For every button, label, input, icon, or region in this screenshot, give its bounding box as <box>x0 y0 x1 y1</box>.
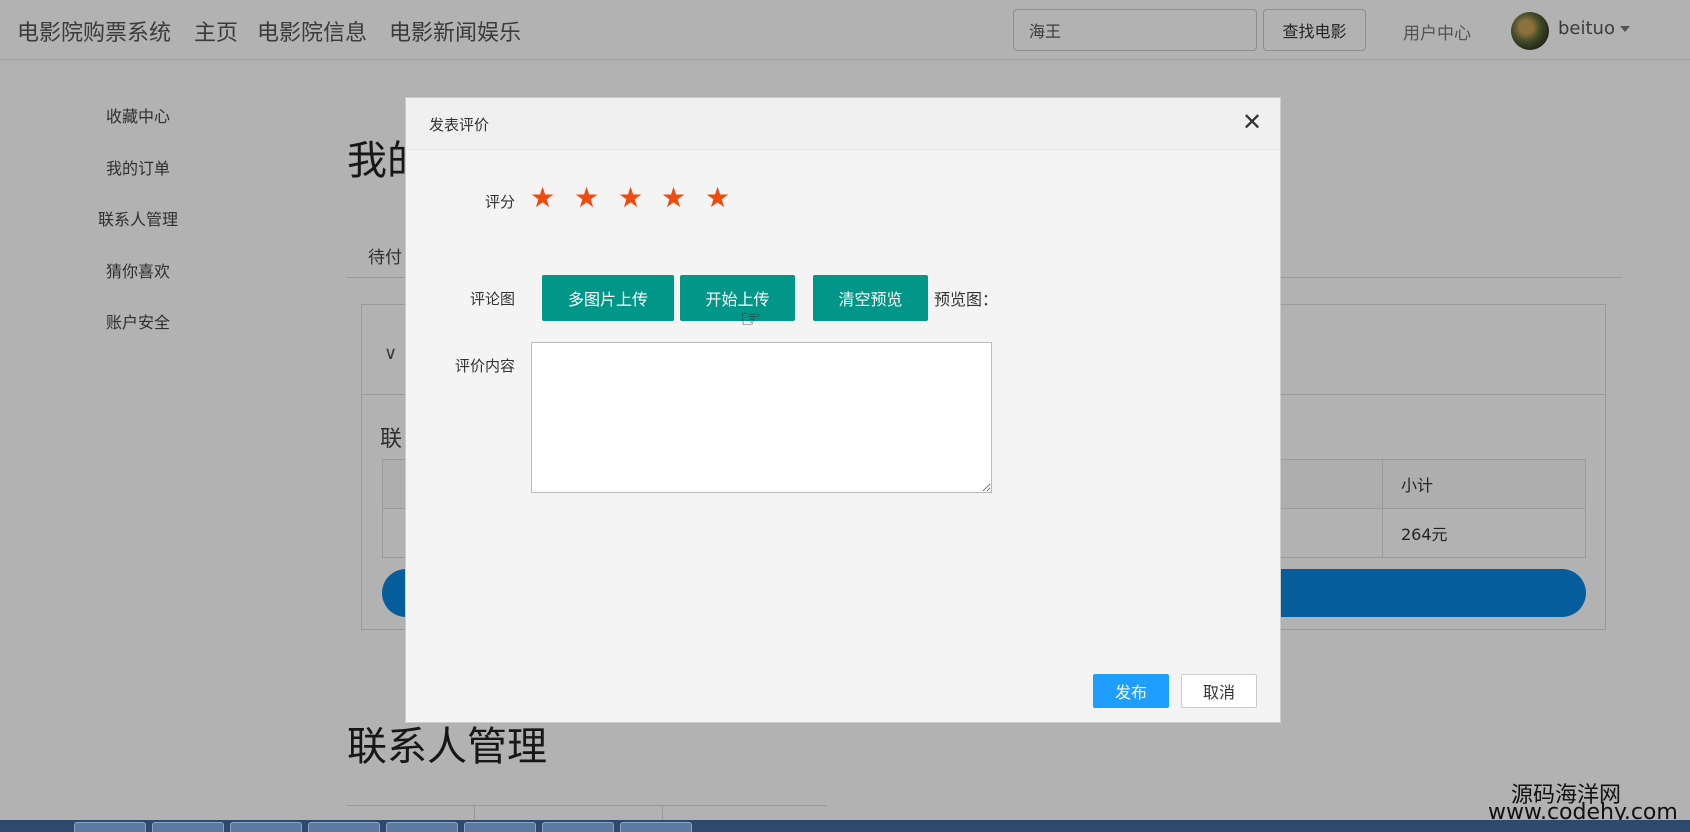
star-icon[interactable]: ★ <box>661 184 686 212</box>
rating-label: 评分 <box>484 193 515 211</box>
taskbar-app-button[interactable] <box>308 822 380 832</box>
publish-button[interactable]: 发布 <box>1093 674 1169 708</box>
taskbar-app-button[interactable] <box>542 822 614 832</box>
modal-header: 发表评价 ✕ <box>406 98 1280 150</box>
start-upload-button[interactable]: 开始上传 <box>680 275 795 321</box>
clear-preview-button[interactable]: 清空预览 <box>813 275 928 321</box>
hand-cursor-icon: ☞ <box>740 305 762 333</box>
close-icon[interactable]: ✕ <box>1242 110 1262 134</box>
taskbar-app-button[interactable] <box>386 822 458 832</box>
image-label: 评论图 <box>469 290 515 308</box>
star-icon[interactable]: ★ <box>705 184 730 212</box>
taskbar-app-button[interactable] <box>464 822 536 832</box>
taskbar-app-button[interactable] <box>230 822 302 832</box>
taskbar-app-button[interactable] <box>620 822 692 832</box>
preview-label: 预览图： <box>934 290 999 309</box>
review-modal: 发表评价 ✕ 评分 ★ ★ ★ ★ ★ 评论图 多图片上传 开始上传 清空预览 … <box>405 97 1281 723</box>
cancel-button[interactable]: 取消 <box>1181 674 1257 708</box>
star-icon[interactable]: ★ <box>618 184 643 212</box>
star-icon[interactable]: ★ <box>530 184 555 212</box>
taskbar-app-button[interactable] <box>152 822 224 832</box>
modal-title: 发表评价 <box>429 116 490 134</box>
review-content-textarea[interactable] <box>531 342 992 493</box>
taskbar-app-button[interactable] <box>74 822 146 832</box>
content-label: 评价内容 <box>454 357 515 375</box>
multi-upload-button[interactable]: 多图片上传 <box>542 275 674 321</box>
star-icon[interactable]: ★ <box>574 184 599 212</box>
